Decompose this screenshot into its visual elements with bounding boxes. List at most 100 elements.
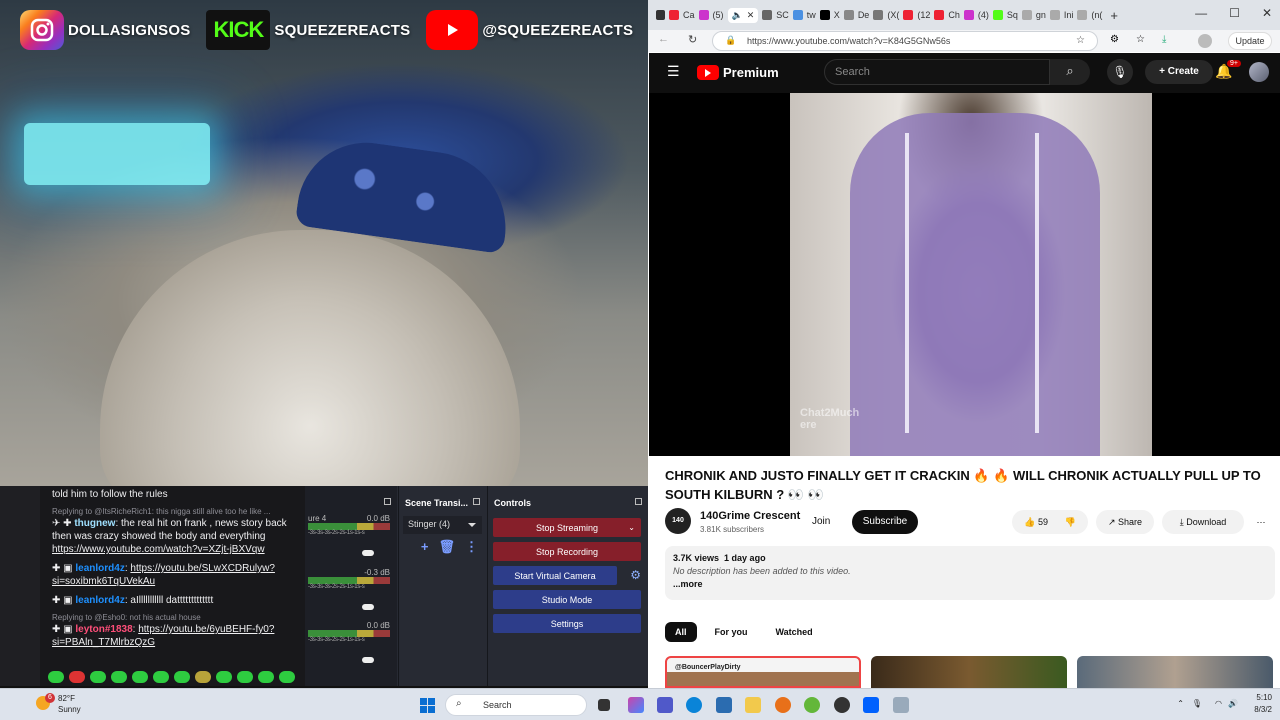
tab-actions-icon[interactable] — [656, 10, 665, 20]
chip-all[interactable]: All — [665, 622, 697, 642]
app-icon[interactable] — [804, 697, 820, 713]
studio-mode-button[interactable]: Studio Mode — [493, 590, 641, 609]
store-icon[interactable] — [716, 697, 732, 713]
refresh-icon[interactable]: ↻ — [688, 33, 697, 46]
channel-name[interactable]: 140Grime Crescent — [700, 510, 800, 522]
chip-for-you[interactable]: For you — [705, 622, 758, 642]
maximize-icon[interactable]: ☐ — [1229, 6, 1240, 20]
chat-username[interactable]: thugnew — [74, 518, 115, 529]
edge-icon[interactable] — [686, 697, 702, 713]
dock-float-icon[interactable] — [635, 498, 642, 505]
favorites-icon[interactable]: ☆ — [1136, 34, 1145, 45]
video-player[interactable]: Chat2Much ere — [649, 93, 1280, 456]
profile-icon[interactable] — [1198, 34, 1212, 48]
gear-icon[interactable]: ⚙ — [630, 568, 641, 582]
recommendation-thumbnail[interactable] — [1077, 656, 1273, 688]
mic-icon[interactable]: 🎙 — [1192, 698, 1202, 710]
avatar[interactable] — [1249, 62, 1269, 82]
search-button[interactable]: ⌕ — [1050, 59, 1090, 85]
copilot-icon[interactable] — [628, 697, 644, 713]
emote-icon[interactable] — [48, 671, 64, 683]
task-view-icon[interactable] — [598, 699, 610, 711]
wifi-icon[interactable]: ◠ — [1215, 698, 1222, 710]
emote-icon[interactable] — [174, 671, 190, 683]
stop-streaming-button[interactable]: Stop Streaming ⌄ — [493, 518, 641, 537]
browser-tab[interactable]: (4) — [963, 10, 989, 20]
join-button[interactable]: Join — [812, 510, 844, 534]
more-vertical-icon[interactable]: ⋮ — [465, 539, 478, 555]
share-button[interactable]: ↗ Share — [1096, 510, 1154, 534]
chat-username[interactable]: leyton#1838 — [75, 624, 132, 635]
search-input[interactable]: Search — [824, 59, 1050, 85]
youtube-logo[interactable]: Premium — [697, 65, 779, 80]
extension-icon[interactable]: ⚙ — [1110, 34, 1119, 45]
close-window-icon[interactable]: ✕ — [1262, 6, 1272, 20]
emote-icon[interactable] — [216, 671, 232, 683]
browser-tab[interactable]: gn — [1021, 10, 1046, 20]
close-icon[interactable]: ✕ — [747, 10, 755, 21]
dislike-icon[interactable]: 👎 — [1065, 517, 1076, 527]
dock-float-icon[interactable] — [384, 498, 391, 505]
mic-button[interactable]: 🎙 — [1107, 59, 1133, 85]
url-field[interactable]: 🔒 https://www.youtube.com/watch?v=K84G5GN… — [712, 31, 1098, 51]
windows-start-icon[interactable] — [420, 698, 435, 713]
volume-slider[interactable] — [362, 550, 374, 556]
emote-icon[interactable] — [69, 671, 85, 683]
browser-tab[interactable]: Sq — [992, 10, 1018, 20]
browser-tab[interactable]: Ca — [669, 10, 695, 20]
channel-avatar[interactable]: 140 — [665, 508, 691, 534]
chevron-up-icon[interactable]: ⌃ — [1177, 698, 1184, 710]
browser-tab[interactable]: Ch — [934, 10, 960, 20]
description-box[interactable]: 3.7K views 1 day ago No description has … — [665, 546, 1275, 600]
volume-slider[interactable] — [362, 657, 374, 663]
update-button[interactable]: Update — [1228, 32, 1272, 50]
subscribe-button[interactable]: Subscribe — [852, 510, 918, 534]
dropbox-icon[interactable] — [863, 697, 879, 713]
emote-icon[interactable] — [195, 671, 211, 683]
emote-icon[interactable] — [132, 671, 148, 683]
teams-icon[interactable] — [657, 697, 673, 713]
like-count[interactable]: 59 — [1038, 517, 1048, 527]
add-icon[interactable]: + — [421, 539, 429, 555]
emote-icon[interactable] — [153, 671, 169, 683]
weather-widget[interactable]: 6 82°F Sunny — [36, 693, 81, 715]
chat-link[interactable]: https://www.youtube.com/watch?v=XZjt-jBX… — [52, 544, 265, 555]
back-icon[interactable]: ← — [658, 33, 669, 45]
dock-float-icon[interactable] — [473, 498, 480, 505]
start-virtual-camera-button[interactable]: Start Virtual Camera ⚙ — [493, 566, 641, 585]
create-button[interactable]: + Create — [1145, 60, 1213, 84]
video-frame[interactable]: Chat2Much ere — [790, 93, 1152, 456]
volume-slider[interactable] — [362, 604, 374, 610]
browser-tab[interactable]: (5) — [698, 10, 724, 20]
browser-tab[interactable]: X — [819, 10, 840, 20]
emote-icon[interactable] — [279, 671, 295, 683]
settings-button[interactable]: Settings — [493, 614, 641, 633]
like-icon[interactable]: 👍 — [1024, 517, 1035, 527]
minimize-icon[interactable]: — — [1195, 6, 1207, 20]
chip-watched[interactable]: Watched — [766, 622, 823, 642]
download-button[interactable]: ⤓ Download — [1162, 510, 1244, 534]
browser-tab[interactable]: Ini — [1049, 10, 1073, 20]
emote-icon[interactable] — [258, 671, 274, 683]
menu-icon[interactable]: ☰ — [667, 63, 680, 80]
app-icon[interactable] — [893, 697, 909, 713]
emote-icon[interactable] — [90, 671, 106, 683]
browser-tab[interactable]: SC — [762, 10, 789, 20]
browser-tab[interactable]: (12 — [903, 10, 930, 20]
emote-icon[interactable] — [237, 671, 253, 683]
browser-tab[interactable]: (n( — [1077, 10, 1102, 20]
chat-username[interactable]: leanlord4z — [75, 595, 124, 606]
recommendation-thumbnail[interactable] — [871, 656, 1067, 688]
obs-icon[interactable] — [834, 697, 850, 713]
transition-select[interactable]: Stinger (4) — [403, 516, 482, 534]
more-link[interactable]: ...more — [673, 578, 1267, 591]
chevron-down-icon[interactable]: ⌄ — [628, 523, 635, 532]
volume-icon[interactable]: 🔊 — [1228, 698, 1238, 710]
star-icon[interactable]: ☆ — [1076, 35, 1085, 46]
firefox-icon[interactable] — [775, 697, 791, 713]
browser-tab[interactable]: (X( — [873, 10, 899, 20]
more-icon[interactable]: ⋯ — [1250, 510, 1272, 534]
emote-icon[interactable] — [111, 671, 127, 683]
trash-icon[interactable]: 🗑 — [438, 539, 455, 555]
new-tab-icon[interactable]: + — [1110, 8, 1118, 23]
